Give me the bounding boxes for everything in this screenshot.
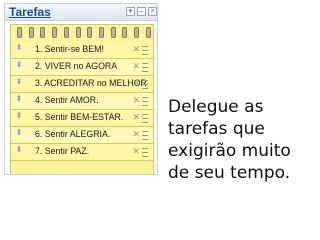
task-label: 6. Sentir ALEGRIA. bbox=[35, 129, 111, 139]
delete-task-icon[interactable]: ✕ bbox=[132, 129, 140, 140]
caption-line: exigirão muito bbox=[168, 141, 291, 161]
binding-hole bbox=[75, 26, 81, 38]
task-notepad: ⬍ 1. Sentir-se BEM! ✕ ⬍ 2. VIVER no AGOR… bbox=[10, 24, 154, 174]
task-label: 5. Sentir BEM-ESTAR. bbox=[35, 112, 124, 122]
binding-hole bbox=[110, 26, 116, 38]
task-row[interactable]: ⬍ 7. Sentir PAZ. ✕ bbox=[11, 144, 153, 161]
task-row[interactable]: ⬍ 4. Sentir AMOR. ✕ bbox=[11, 93, 153, 110]
binding-hole bbox=[28, 26, 34, 38]
task-label: 7. Sentir PAZ. bbox=[35, 146, 90, 156]
task-options-icon[interactable] bbox=[142, 80, 148, 89]
task-options-icon[interactable] bbox=[142, 114, 148, 123]
caption-line: tarefas que bbox=[168, 119, 265, 139]
binding-hole bbox=[122, 26, 128, 38]
task-options-icon[interactable] bbox=[142, 97, 148, 106]
binding-hole bbox=[52, 26, 58, 38]
drag-handle-icon[interactable]: ⬍ bbox=[15, 129, 23, 140]
caption-text: Delegue as tarefas que exigirão muito de… bbox=[168, 96, 318, 184]
drag-handle-icon[interactable]: ⬍ bbox=[15, 112, 23, 123]
task-label: 2. VIVER no AGORA bbox=[35, 61, 118, 71]
notepad-binding bbox=[17, 25, 151, 39]
binding-hole bbox=[134, 26, 140, 38]
minimize-icon[interactable]: – bbox=[137, 7, 146, 16]
task-options-icon[interactable] bbox=[142, 63, 148, 72]
task-list: ⬍ 1. Sentir-se BEM! ✕ ⬍ 2. VIVER no AGOR… bbox=[11, 42, 153, 161]
binding-hole bbox=[17, 26, 22, 38]
delete-task-icon[interactable]: ✕ bbox=[132, 78, 140, 89]
drag-handle-icon[interactable]: ⬍ bbox=[15, 95, 23, 106]
binding-hole bbox=[99, 26, 105, 38]
delete-task-icon[interactable]: ✕ bbox=[132, 146, 140, 157]
delete-task-icon[interactable]: ✕ bbox=[132, 112, 140, 123]
task-row[interactable]: ⬍ 3. ACREDITAR no MELHOR ✕ bbox=[11, 76, 153, 93]
drag-handle-icon[interactable]: ⬍ bbox=[15, 146, 23, 157]
drag-handle-icon[interactable]: ⬍ bbox=[15, 61, 23, 72]
task-row[interactable]: ⬍ 6. Sentir ALEGRIA. ✕ bbox=[11, 127, 153, 144]
task-options-icon[interactable] bbox=[142, 131, 148, 140]
task-label: 4. Sentir AMOR. bbox=[35, 95, 99, 105]
gadget-title-bar: Tarefas ▾ – × bbox=[5, 4, 157, 21]
task-options-icon[interactable] bbox=[142, 46, 148, 55]
task-label: 3. ACREDITAR no MELHOR bbox=[35, 78, 147, 88]
binding-hole bbox=[145, 26, 151, 38]
drag-handle-icon[interactable]: ⬍ bbox=[15, 78, 23, 89]
tasks-gadget: Tarefas ▾ – × ⬍ 1. Sentir-se BEM! ✕ ⬍ 2.… bbox=[4, 3, 158, 175]
delete-task-icon[interactable]: ✕ bbox=[132, 61, 140, 72]
gear-icon[interactable]: ▾ bbox=[126, 7, 135, 16]
task-options-icon[interactable] bbox=[142, 148, 148, 157]
close-icon[interactable]: × bbox=[148, 7, 157, 16]
task-label: 1. Sentir-se BEM! bbox=[35, 44, 104, 54]
caption-line: de seu tempo. bbox=[168, 163, 291, 183]
faded-footer-text: · · · · · · · · · · · · · · bbox=[4, 176, 89, 183]
delete-task-icon[interactable]: ✕ bbox=[132, 95, 140, 106]
gadget-title-link[interactable]: Tarefas bbox=[9, 5, 51, 19]
drag-handle-icon[interactable]: ⬍ bbox=[15, 44, 23, 55]
binding-hole bbox=[87, 26, 93, 38]
binding-hole bbox=[40, 26, 46, 38]
task-row[interactable]: ⬍ 2. VIVER no AGORA ✕ bbox=[11, 59, 153, 76]
caption-line: Delegue as bbox=[168, 97, 264, 117]
task-row[interactable]: ⬍ 1. Sentir-se BEM! ✕ bbox=[11, 42, 153, 59]
delete-task-icon[interactable]: ✕ bbox=[132, 44, 140, 55]
task-row[interactable]: ⬍ 5. Sentir BEM-ESTAR. ✕ bbox=[11, 110, 153, 127]
binding-hole bbox=[63, 26, 69, 38]
